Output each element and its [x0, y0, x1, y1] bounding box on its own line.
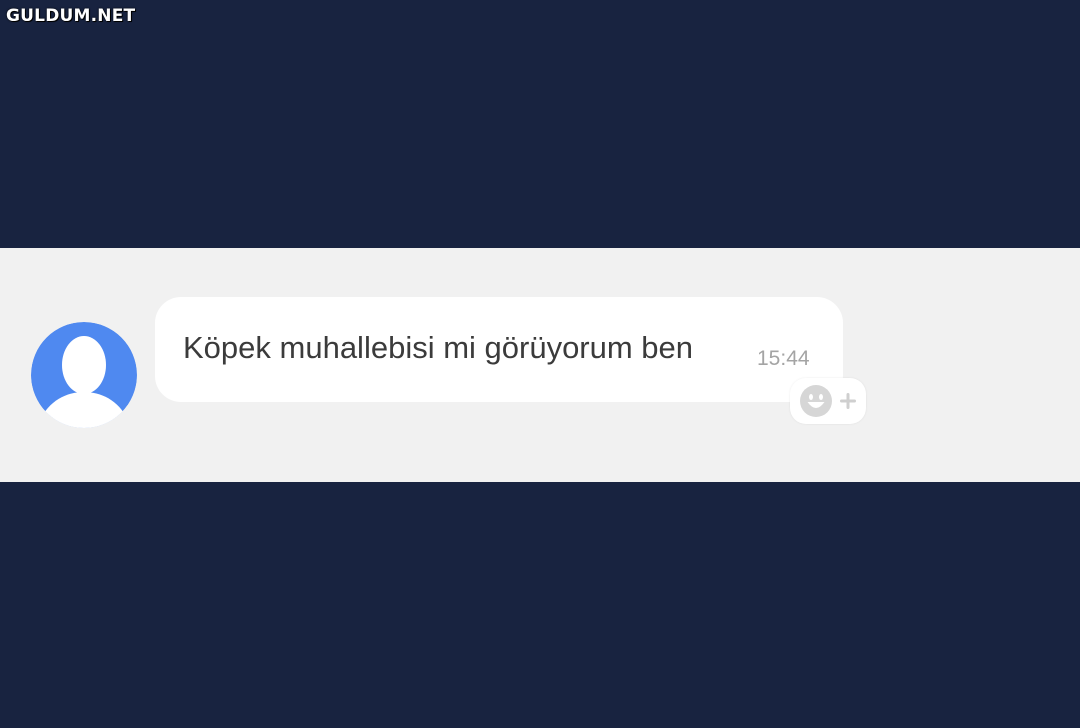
site-watermark: GULDUM.NET [6, 6, 136, 26]
message-bubble[interactable]: Köpek muhallebisi mi görüyorum ben 15:44 [155, 297, 843, 402]
plus-icon [840, 393, 856, 409]
message-timestamp: 15:44 [757, 347, 810, 370]
default-user-avatar-icon [31, 322, 137, 428]
message-text: Köpek muhallebisi mi görüyorum ben [183, 330, 694, 365]
smiley-face-icon [800, 385, 832, 417]
chat-area: Köpek muhallebisi mi görüyorum ben 15:44 [0, 248, 1080, 482]
add-reaction-button[interactable] [790, 378, 866, 424]
sender-avatar[interactable] [31, 322, 137, 428]
